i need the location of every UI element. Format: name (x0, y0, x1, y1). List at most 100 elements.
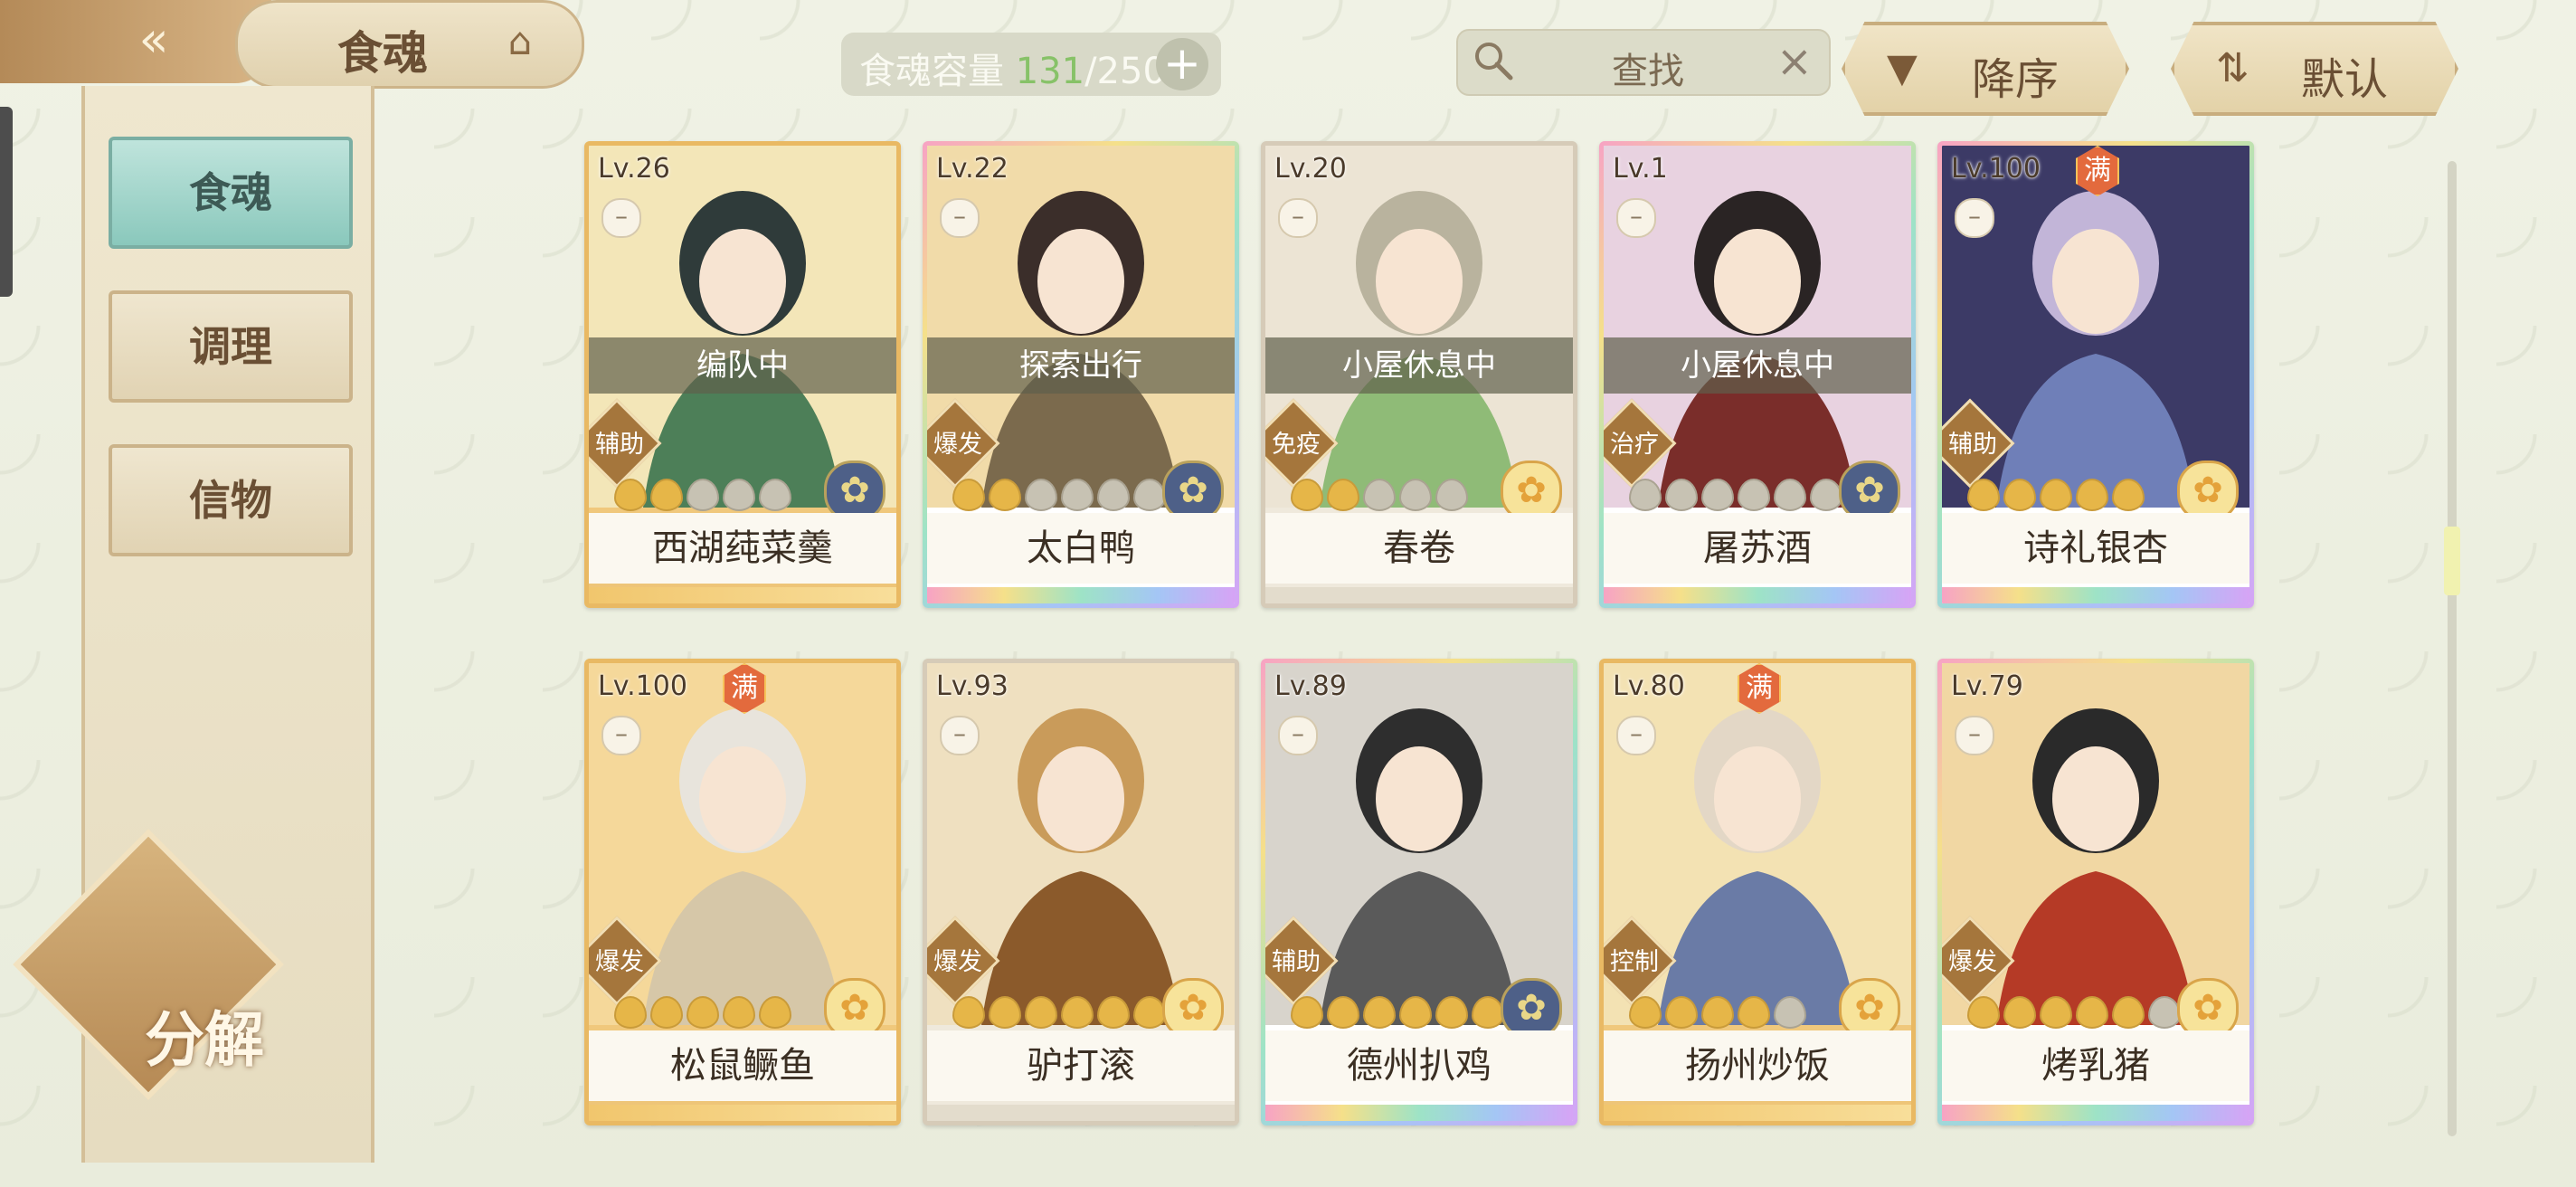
star-icon (650, 996, 683, 1029)
star-icon (1665, 996, 1698, 1029)
level-label: Lv.26 (598, 153, 670, 185)
star-icon (1097, 996, 1130, 1029)
lock-icon[interactable]: – (601, 716, 641, 755)
level-label: Lv.80 (1613, 670, 1685, 702)
food-soul-card[interactable]: Lv.100 满 – 爆发 ✿ 松鼠鳜鱼 (584, 659, 901, 1125)
lock-icon[interactable]: – (1616, 716, 1656, 755)
rarity-strip (1942, 1105, 2249, 1121)
capacity-total: /250 (1084, 51, 1166, 92)
star-icon (952, 996, 985, 1029)
lock-icon[interactable]: – (1278, 716, 1318, 755)
star-icon (1061, 479, 1094, 511)
star-rating (952, 996, 1166, 1029)
card-grid: Lv.26– 编队中 辅助 ✿ 西湖莼菜羹 Lv.22– 探索出行 爆发 ✿ 太白鸭 Lv.20… (584, 141, 2249, 1125)
food-soul-card[interactable]: Lv.100 满 – 辅助 ✿ 诗礼银杏 (1937, 141, 2254, 608)
status-banner: 探索出行 (927, 337, 1235, 394)
lock-icon[interactable]: – (940, 198, 980, 238)
food-soul-card[interactable]: Lv.20– 小屋休息中 免疫 ✿ 春卷 (1261, 141, 1577, 608)
rarity-strip (927, 1105, 1235, 1121)
star-icon (2112, 996, 2145, 1029)
plus-icon[interactable]: + (1156, 38, 1208, 90)
star-icon (650, 479, 683, 511)
sort-order-button[interactable]: ▼ 降序 (1842, 22, 2129, 116)
star-icon (1291, 479, 1323, 511)
star-icon (1629, 479, 1662, 511)
triangle-down-icon: ▼ (1887, 45, 1918, 91)
pavilion-icon[interactable]: ⌂ (495, 19, 545, 66)
star-icon (723, 996, 755, 1029)
back-arrow-icon: « (138, 11, 169, 68)
tab-food-souls[interactable]: 食魂 (109, 137, 353, 249)
search-field[interactable]: 查找 × (1456, 29, 1831, 96)
food-soul-card[interactable]: Lv.22– 探索出行 爆发 ✿ 太白鸭 (923, 141, 1239, 608)
edge-handle[interactable] (0, 107, 13, 297)
star-rating (1291, 996, 1504, 1029)
food-soul-card[interactable]: Lv.79– 爆发 ✿ 烤乳猪 (1937, 659, 2254, 1125)
rarity-strip (1942, 587, 2249, 603)
star-icon (1097, 479, 1130, 511)
star-icon (1061, 996, 1094, 1029)
top-bar: « 食魂 ⌂ 食魂容量 131/250 + 查找 × ▼ 降序 ⇅ 默认 (0, 0, 2576, 116)
rarity-strip (589, 1105, 896, 1121)
character-name: 西湖莼菜羹 (589, 513, 896, 584)
star-rating (1629, 996, 1806, 1029)
food-soul-card[interactable]: Lv.89– 辅助 ✿ 德州扒鸡 (1261, 659, 1577, 1125)
scrollbar-thumb[interactable] (2444, 527, 2460, 595)
role-label: 治疗 (1610, 431, 1659, 459)
role-label: 爆发 (1948, 948, 1997, 976)
star-icon (614, 479, 647, 511)
decompose-label: 分解 (145, 1004, 264, 1075)
star-rating (952, 479, 1166, 511)
character-name: 扬州炒饭 (1604, 1030, 1911, 1101)
character-name: 松鼠鳜鱼 (589, 1030, 896, 1101)
star-icon (1738, 996, 1770, 1029)
star-icon (2148, 996, 2181, 1029)
star-icon (1399, 479, 1432, 511)
food-soul-card[interactable]: Lv.80 满 – 控制 ✿ 扬州炒饭 (1599, 659, 1916, 1125)
star-icon (952, 479, 985, 511)
lock-icon[interactable]: – (940, 716, 980, 755)
role-label: 辅助 (1948, 431, 1997, 459)
level-label: Lv.79 (1951, 670, 2023, 702)
star-icon (1774, 479, 1806, 511)
lock-icon[interactable]: – (1278, 198, 1318, 238)
star-icon (1435, 996, 1468, 1029)
search-icon (1475, 43, 1513, 81)
status-banner: 小屋休息中 (1265, 337, 1573, 394)
star-icon (759, 479, 791, 511)
star-icon (1738, 479, 1770, 511)
tab-keepsakes[interactable]: 信物 (109, 444, 353, 556)
lock-icon[interactable]: – (1955, 716, 1994, 755)
food-soul-card[interactable]: Lv.93– 爆发 ✿ 驴打滚 (923, 659, 1239, 1125)
role-label: 爆发 (933, 431, 982, 459)
star-icon (1291, 996, 1323, 1029)
page-title: 食魂 (337, 26, 428, 80)
role-label: 控制 (1610, 948, 1659, 976)
tab-conditioning[interactable]: 调理 (109, 290, 353, 403)
capacity-label: 食魂容量 131/250 (859, 51, 1166, 92)
rarity-strip (1265, 1105, 1573, 1121)
lock-icon[interactable]: – (601, 198, 641, 238)
star-icon (759, 996, 791, 1029)
star-icon (2076, 479, 2108, 511)
close-icon[interactable]: × (1776, 36, 1813, 87)
character-name: 春卷 (1265, 513, 1573, 584)
food-soul-card[interactable]: Lv.26– 编队中 辅助 ✿ 西湖莼菜羹 (584, 141, 901, 608)
scrollbar-track[interactable] (2448, 161, 2457, 1136)
star-icon (1435, 479, 1468, 511)
level-label: Lv.100 (1951, 153, 2041, 185)
status-banner: 小屋休息中 (1604, 337, 1911, 394)
star-icon (1327, 479, 1359, 511)
star-icon (1810, 479, 1842, 511)
star-rating (1629, 479, 1842, 511)
lock-icon[interactable]: – (1955, 198, 1994, 238)
lock-icon[interactable]: – (1616, 198, 1656, 238)
sort-order-label: 降序 (1972, 54, 2060, 105)
level-label: Lv.93 (936, 670, 1009, 702)
capacity-current: 131 (1015, 51, 1085, 92)
back-button[interactable]: « (0, 0, 271, 83)
food-soul-card[interactable]: Lv.1– 小屋休息中 治疗 ✿ 屠苏酒 (1599, 141, 1916, 608)
default-sort-button[interactable]: ⇅ 默认 (2171, 22, 2458, 116)
character-name: 烤乳猪 (1942, 1030, 2249, 1101)
character-name: 德州扒鸡 (1265, 1030, 1573, 1101)
